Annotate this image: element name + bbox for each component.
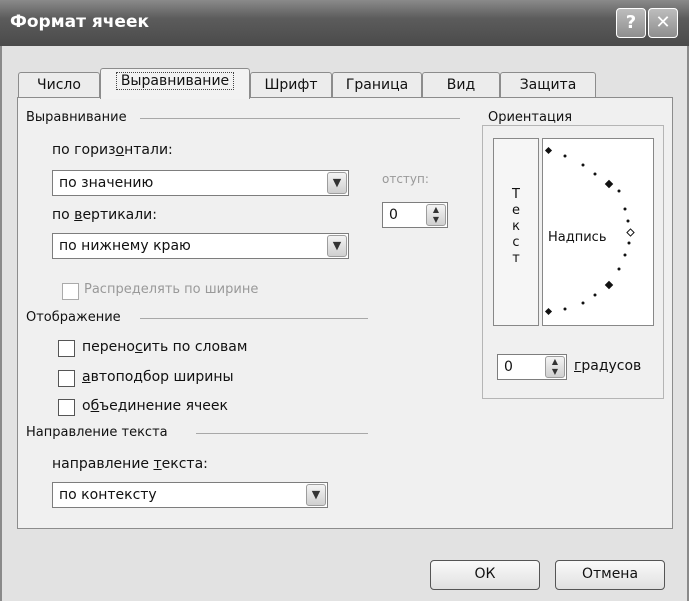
title-bar: Формат ячеек ? ✕ bbox=[0, 0, 689, 47]
section-orientation: Ориентация bbox=[488, 110, 573, 125]
tab-border[interactable]: Граница bbox=[332, 72, 422, 99]
vertical-text-box[interactable]: Т е к с т bbox=[493, 138, 539, 326]
direction-label: направление текста: bbox=[52, 456, 208, 472]
ok-button[interactable]: ОК bbox=[430, 560, 540, 590]
distribute-label: Распределять по ширине bbox=[84, 282, 259, 297]
degrees-spinner[interactable]: 0 ▲ ▼ bbox=[497, 354, 567, 380]
indent-label: отступ: bbox=[382, 172, 429, 186]
tab-number[interactable]: Число bbox=[18, 72, 100, 99]
cancel-button[interactable]: Отмена bbox=[555, 560, 665, 590]
spinner-arrows-icon[interactable]: ▲ ▼ bbox=[545, 356, 565, 378]
close-icon: ✕ bbox=[655, 12, 671, 33]
merge-checkbox[interactable] bbox=[58, 399, 75, 416]
vertical-label: по вертикали: bbox=[52, 207, 157, 223]
tab-protection[interactable]: Защита bbox=[500, 72, 596, 99]
chevron-down-icon[interactable]: ▼ bbox=[327, 172, 347, 194]
close-button[interactable]: ✕ bbox=[648, 8, 678, 38]
help-button[interactable]: ? bbox=[616, 8, 646, 38]
degrees-label: градусов bbox=[574, 358, 642, 374]
merge-label: объединение ячеек bbox=[82, 398, 228, 414]
help-icon: ? bbox=[625, 12, 637, 33]
tab-fill[interactable]: Вид bbox=[422, 72, 500, 99]
inscription-label: Надпись bbox=[548, 230, 607, 245]
tab-alignment[interactable]: Выравнивание bbox=[100, 68, 250, 99]
window-title: Формат ячеек bbox=[10, 12, 150, 32]
section-display: Отображение bbox=[26, 310, 121, 325]
section-alignment: Выравнивание bbox=[26, 110, 127, 125]
shrink-checkbox[interactable] bbox=[58, 370, 75, 387]
direction-select[interactable]: по контексту ▼ bbox=[52, 482, 328, 508]
vertical-select[interactable]: по нижнему краю ▼ bbox=[52, 233, 349, 259]
spinner-arrows-icon[interactable]: ▲ ▼ bbox=[426, 204, 446, 226]
section-direction: Направление текста bbox=[26, 425, 168, 440]
horizontal-select[interactable]: по значению ▼ bbox=[52, 170, 349, 196]
indent-spinner[interactable]: 0 ▲ ▼ bbox=[382, 202, 448, 228]
divider bbox=[140, 118, 460, 119]
divider bbox=[196, 433, 368, 434]
horizontal-label: по горизонтали: bbox=[52, 142, 173, 158]
shrink-label: автоподбор ширины bbox=[82, 369, 234, 385]
divider bbox=[140, 318, 368, 319]
chevron-down-icon[interactable]: ▼ bbox=[306, 484, 326, 506]
chevron-down-icon[interactable]: ▼ bbox=[327, 235, 347, 257]
tab-font[interactable]: Шрифт bbox=[250, 72, 332, 99]
wrap-label: переносить по словам bbox=[82, 339, 248, 355]
wrap-checkbox[interactable] bbox=[58, 340, 75, 357]
distribute-checkbox[interactable] bbox=[62, 283, 79, 300]
